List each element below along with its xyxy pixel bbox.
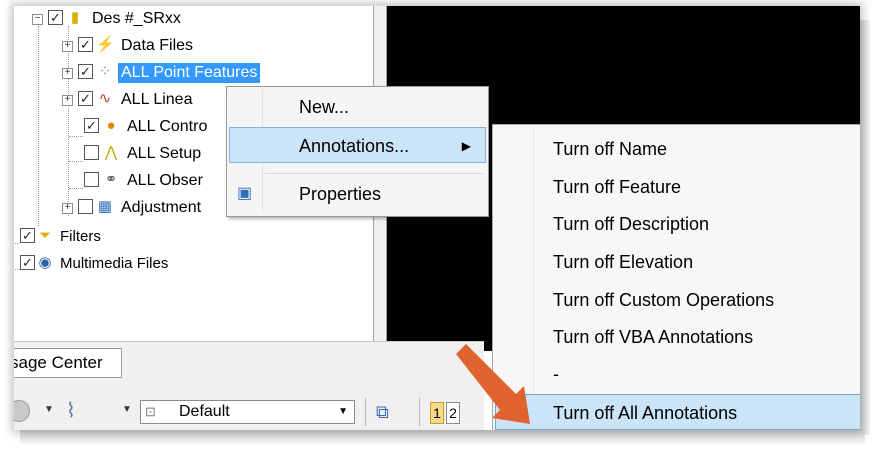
tree-item-label: Filters [60, 228, 101, 245]
linear-features-icon: ∿ [98, 90, 112, 107]
context-menu: New... Annotations... ▶ ▣ Properties [226, 86, 489, 217]
observations-icon: ⚭ [104, 171, 118, 188]
tree-item-label: ALL Contro [127, 118, 208, 135]
toolbar-divider [365, 398, 366, 426]
expand-toggle[interactable]: + [62, 41, 73, 52]
tree-checkbox[interactable]: ✓ [20, 255, 35, 270]
tree-item-label: Data Files [121, 37, 194, 54]
tree-checkbox[interactable]: ✓ [20, 228, 35, 243]
adjustment-icon: ▦ [97, 198, 113, 215]
tree-item[interactable]: + ✓ ⚡ Data Files [14, 35, 314, 59]
tree-item-label: ALL Setup [127, 145, 202, 162]
tree-checkbox[interactable]: ✓ [78, 91, 93, 106]
chevron-down-icon: ▼ [338, 406, 348, 417]
tree-checkbox[interactable] [78, 199, 93, 214]
menu-item-turn-off-name[interactable]: Turn off Name [495, 131, 860, 167]
menu-item-label: Turn off Description [553, 214, 710, 234]
menu-item-label: Turn off VBA Annotations [553, 327, 754, 347]
annotations-submenu: Turn off Name Turn off Feature Turn off … [492, 124, 860, 430]
tree-item[interactable]: ✓ ◉ Multimedia Files [14, 253, 314, 277]
data-files-icon: ⚡ [96, 36, 115, 53]
window-shadow-right [860, 20, 870, 435]
menu-item-turn-off-description[interactable]: Turn off Description [495, 206, 860, 242]
multimedia-icon: ◉ [38, 254, 52, 271]
menu-item-label: New... [299, 97, 350, 117]
filters-icon: ⏷ [38, 227, 51, 244]
menu-item-turn-off-feature[interactable]: Turn off Feature [495, 169, 860, 205]
tree-checkbox[interactable]: ✓ [78, 37, 93, 52]
folder-icon: ▮ [70, 9, 80, 26]
menu-item-turn-off-custom-operations[interactable]: Turn off Custom Operations [495, 282, 860, 318]
tree-item-label: Des #_SRxx [92, 10, 181, 27]
control-icon: ● [106, 117, 116, 134]
menu-item-turn-off-all-annotations[interactable]: Turn off All Annotations [495, 394, 860, 430]
expand-toggle[interactable]: + [62, 95, 73, 106]
tree-item-label: ALL Linea [121, 91, 193, 108]
nav-icon[interactable] [14, 400, 30, 422]
tree-checkbox[interactable] [84, 172, 99, 187]
menu-separator [265, 173, 483, 174]
tab-message-center[interactable]: sage Center [14, 348, 122, 378]
menu-item-turn-off-elevation[interactable]: Turn off Elevation [495, 244, 860, 280]
page-button-1[interactable]: 1 [430, 402, 444, 424]
tree-item[interactable]: ✓ ⏷ Filters [14, 226, 314, 250]
menu-item-label: Turn off Name [553, 139, 668, 159]
menu-item-properties[interactable]: ▣ Properties [229, 176, 486, 212]
point-features-icon: ⁘ [98, 63, 112, 80]
window-tile-icon[interactable]: ⧉ [376, 400, 402, 424]
expand-toggle[interactable]: + [62, 203, 73, 214]
menu-item-label: Turn off All Annotations [553, 403, 738, 423]
application-window: − ✓ ▮ Des #_SRxx + ✓ ⚡ Data Files + ✓ ⁘ … [14, 6, 860, 430]
tree-checkbox[interactable]: ✓ [48, 10, 63, 25]
expand-toggle[interactable]: + [62, 68, 73, 79]
menu-item-label: Turn off Feature [553, 177, 682, 197]
menu-item-label: Turn off Elevation [553, 252, 694, 272]
tree-item[interactable]: − ✓ ▮ Des #_SRxx [14, 8, 314, 32]
window-shadow-bottom [20, 430, 865, 444]
layer-select-value: Default [179, 403, 230, 420]
tree-checkbox[interactable] [84, 145, 99, 160]
tree-item-label: Adjustment [121, 199, 202, 216]
layer-select[interactable]: ⊡ Default ▼ [140, 400, 355, 424]
layer-icon: ⊡ [145, 404, 156, 419]
menu-item-label: - [553, 364, 559, 384]
menu-item-label: Annotations... [299, 136, 410, 156]
dropdown-arrow-icon[interactable]: ▼ [122, 404, 132, 415]
menu-item-turn-off-vba-annotations[interactable]: Turn off VBA Annotations [495, 319, 860, 355]
menu-item-label: Properties [299, 184, 382, 204]
setup-icon: ⋀ [104, 144, 118, 161]
tree-checkbox[interactable]: ✓ [84, 118, 99, 133]
bottom-toolbar: ▼ ⌇ ▼ ⊡ Default ▼ ⧉ 1 2 [14, 396, 484, 430]
menu-item-label: Turn off Custom Operations [553, 290, 775, 310]
tree-checkbox[interactable]: ✓ [78, 64, 93, 79]
menu-item-annotations[interactable]: Annotations... ▶ [229, 127, 486, 163]
submenu-arrow-icon: ▶ [461, 139, 471, 153]
tree-item-label: Multimedia Files [60, 255, 169, 272]
collapse-toggle[interactable]: − [32, 14, 43, 25]
dropdown-arrow-icon[interactable]: ▼ [44, 404, 54, 415]
tab-label: sage Center [14, 353, 103, 372]
toolbar-divider [419, 398, 420, 426]
pointer-arrow-icon [456, 344, 530, 424]
tree-item-selected[interactable]: + ✓ ⁘ ALL Point Features [14, 62, 314, 86]
menu-item-dash[interactable]: - [495, 356, 860, 392]
menu-item-new[interactable]: New... [229, 89, 486, 125]
tree-item-label: ALL Point Features [118, 63, 261, 83]
properties-icon: ▣ [237, 185, 253, 202]
tree-item-label: ALL Obser [127, 172, 203, 189]
style-picker-icon[interactable]: ⌇ [66, 398, 92, 424]
